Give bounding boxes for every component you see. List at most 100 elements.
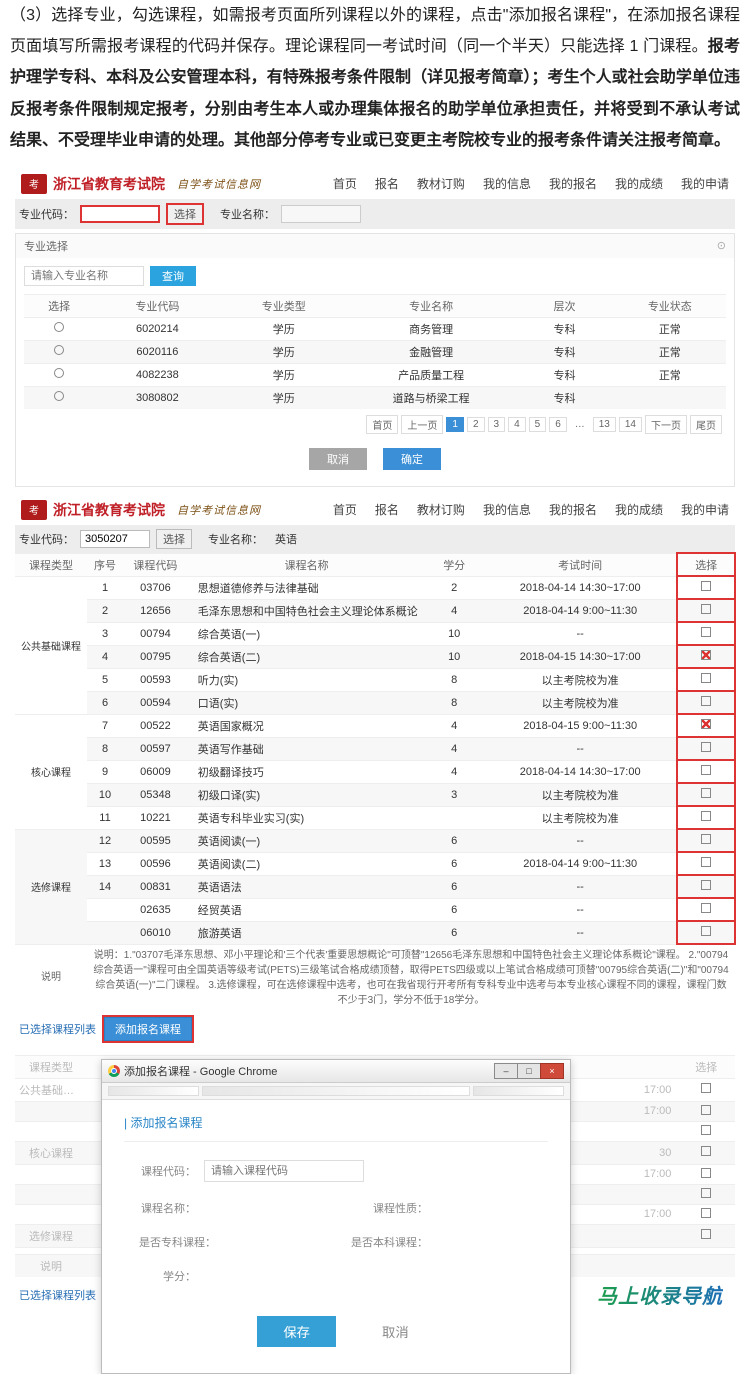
input-major-search[interactable] (24, 266, 144, 286)
nav-myscore[interactable]: 我的成绩 (615, 501, 663, 518)
pager-5[interactable]: 5 (529, 417, 547, 432)
cell-category: 选修课程 (15, 1224, 87, 1247)
pager-3[interactable]: 3 (488, 417, 506, 432)
cell-status: 正常 (614, 363, 726, 386)
btn-save[interactable]: 保存 (257, 1316, 336, 1347)
nav-myapply[interactable]: 我的申请 (681, 501, 729, 518)
nav-mysignup[interactable]: 我的报名 (549, 175, 597, 192)
table-row: 1400831英语语法6-- (15, 875, 735, 898)
cell-credit: 10 (425, 645, 483, 668)
btn-add-course[interactable]: 添加报名课程 (104, 1017, 192, 1041)
checkbox-select[interactable] (701, 650, 711, 660)
pager-1[interactable]: 1 (446, 417, 464, 432)
checkbox-select[interactable] (701, 1105, 711, 1115)
link-selected-list[interactable]: 已选择课程列表 (19, 1021, 96, 1037)
nav-mysignup[interactable]: 我的报名 (549, 501, 597, 518)
checkbox-select[interactable] (701, 696, 711, 706)
btn-query[interactable]: 查询 (150, 266, 196, 286)
logo-subtitle: 自学考试信息网 (177, 502, 261, 518)
checkbox-select[interactable] (701, 581, 711, 591)
screenshot-major-select: 考 浙江省教育考试院 自学考试信息网 首页 报名 教材订购 我的信息 我的报名 … (14, 168, 736, 488)
cell-code: 4082238 (94, 363, 220, 386)
popup-titlebar: 添加报名课程 - Google Chrome – □ × (102, 1060, 570, 1083)
pager-first[interactable]: 首页 (366, 415, 398, 434)
checkbox-select[interactable] (701, 1229, 711, 1239)
cell-type: 学历 (221, 340, 347, 363)
cell-category (15, 1204, 87, 1224)
logo-text: 浙江省教育考试院 (53, 500, 165, 520)
nav-signup[interactable]: 报名 (375, 175, 399, 192)
close-icon[interactable]: × (540, 1063, 564, 1079)
checkbox-select[interactable] (701, 627, 711, 637)
screenshot-add-popup: 课程类型 选择 公共基础课程17:0017:00核心课程3017:0017:00… (14, 1054, 736, 1314)
input-course-code[interactable] (204, 1160, 364, 1182)
radio-select[interactable] (54, 345, 64, 355)
cell-category: 公共基础课程 (15, 1078, 87, 1101)
cell-time: 2018-04-14 9:00~11:30 (483, 599, 677, 622)
checkbox-select[interactable] (701, 1208, 711, 1218)
checkbox-select[interactable] (701, 903, 711, 913)
pager-next[interactable]: 下一页 (645, 415, 687, 434)
nav-books[interactable]: 教材订购 (417, 501, 465, 518)
nav-signup[interactable]: 报名 (375, 501, 399, 518)
checkbox-select[interactable] (701, 604, 711, 614)
input-major-code[interactable] (80, 205, 160, 223)
cell-seq: 8 (87, 737, 123, 760)
input-major-code-2[interactable] (80, 530, 150, 548)
radio-select[interactable] (54, 391, 64, 401)
checkbox-select[interactable] (701, 1083, 711, 1093)
cell-name: 英语专科毕业实习(实) (188, 806, 426, 829)
pager-13[interactable]: 13 (593, 417, 616, 432)
cell-type: 学历 (221, 363, 347, 386)
pager-6[interactable]: 6 (549, 417, 567, 432)
nav-home[interactable]: 首页 (333, 501, 357, 518)
table-row: 500593听力(实)8以主考院校为准 (15, 668, 735, 691)
close-icon[interactable]: ⊙ (717, 239, 726, 252)
cell-name: 道路与桥梁工程 (347, 386, 515, 409)
link-selected-list[interactable]: 已选择课程列表 (19, 1287, 96, 1303)
input-major-name[interactable] (281, 205, 361, 223)
cell-seq: 4 (87, 645, 123, 668)
checkbox-select[interactable] (701, 788, 711, 798)
checkbox-select[interactable] (701, 673, 711, 683)
btn-cancel[interactable]: 取消 (309, 448, 367, 470)
checkbox-select[interactable] (701, 926, 711, 936)
pager-2[interactable]: 2 (467, 417, 485, 432)
checkbox-select[interactable] (701, 742, 711, 752)
minimize-icon[interactable]: – (494, 1063, 518, 1079)
btn-pick-major-2[interactable]: 选择 (156, 529, 192, 549)
checkbox-select[interactable] (701, 765, 711, 775)
checkbox-select[interactable] (701, 1146, 711, 1156)
radio-select[interactable] (54, 322, 64, 332)
pager-last[interactable]: 尾页 (690, 415, 722, 434)
nav-home[interactable]: 首页 (333, 175, 357, 192)
cell-credit: 6 (425, 852, 483, 875)
cell-category: 选修课程 (15, 829, 87, 944)
cell-time: -- (483, 898, 677, 921)
checkbox-select[interactable] (701, 857, 711, 867)
nav-myinfo[interactable]: 我的信息 (483, 175, 531, 192)
checkbox-select[interactable] (701, 834, 711, 844)
nav-myinfo[interactable]: 我的信息 (483, 501, 531, 518)
pager-4[interactable]: 4 (508, 417, 526, 432)
cell-code: 3080802 (94, 386, 220, 409)
checkbox-select[interactable] (701, 719, 711, 729)
nav-books[interactable]: 教材订购 (417, 175, 465, 192)
btn-ok[interactable]: 确定 (383, 448, 441, 470)
nav-myapply[interactable]: 我的申请 (681, 175, 729, 192)
cell-seq: 11 (87, 806, 123, 829)
checkbox-select[interactable] (701, 1125, 711, 1135)
pager-prev[interactable]: 上一页 (401, 415, 443, 434)
checkbox-select[interactable] (701, 811, 711, 821)
btn-pick-major[interactable]: 选择 (166, 203, 204, 225)
cell-seq: 5 (87, 668, 123, 691)
maximize-icon[interactable]: □ (517, 1063, 541, 1079)
checkbox-select[interactable] (701, 1168, 711, 1178)
pager-14[interactable]: 14 (619, 417, 642, 432)
checkbox-select[interactable] (701, 1188, 711, 1198)
cell-status: 正常 (614, 340, 726, 363)
checkbox-select[interactable] (701, 880, 711, 890)
radio-select[interactable] (54, 368, 64, 378)
nav-myscore[interactable]: 我的成绩 (615, 175, 663, 192)
btn-cancel-popup[interactable]: 取消 (376, 1316, 415, 1347)
